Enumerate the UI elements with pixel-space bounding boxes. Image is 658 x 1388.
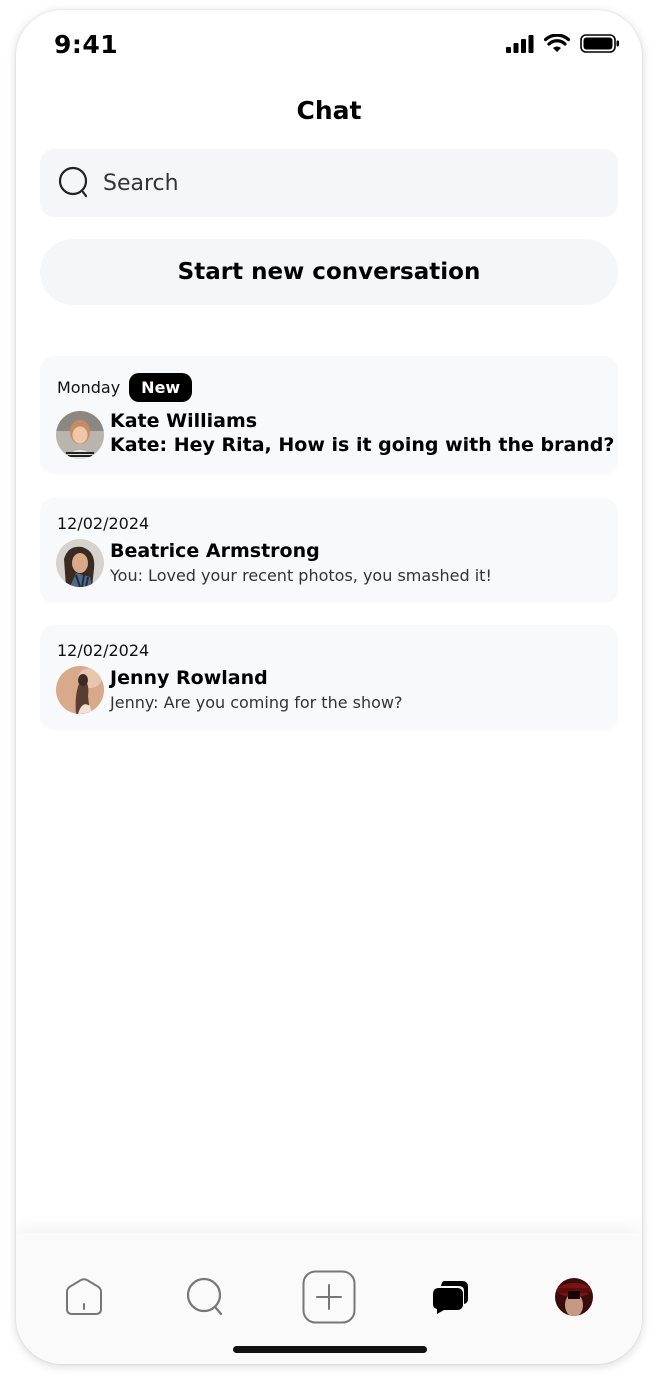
- tab-create[interactable]: [301, 1269, 357, 1325]
- conversation-item[interactable]: 12/02/2024 Beatrice Armstrong You: Loved…: [40, 498, 618, 603]
- home-indicator: [233, 1346, 427, 1353]
- start-new-conversation-button[interactable]: Start new conversation: [40, 239, 618, 305]
- conversation-meta: 12/02/2024: [57, 641, 149, 660]
- contact-name: Jenny Rowland: [110, 667, 268, 689]
- message-preview: Kate: Hey Rita, How is it going with the…: [110, 434, 615, 456]
- conversation-item[interactable]: Monday New Kate Williams Kate: Hey Rita,…: [40, 356, 618, 474]
- conversation-item[interactable]: 12/02/2024 Jenny Rowland Jenny: Are you …: [40, 625, 618, 730]
- wifi-icon: [544, 34, 570, 52]
- cellular-signal-icon: [506, 34, 534, 53]
- avatar: [56, 411, 104, 459]
- profile-avatar: [555, 1278, 593, 1316]
- conversation-date: 12/02/2024: [57, 641, 150, 660]
- tab-search[interactable]: [178, 1269, 234, 1325]
- tab-home[interactable]: [56, 1269, 112, 1325]
- avatar: [56, 539, 104, 587]
- conversation-meta: 12/02/2024: [57, 514, 149, 533]
- search-input[interactable]: [103, 170, 583, 196]
- search-icon: [57, 165, 93, 201]
- status-icons: [506, 34, 620, 53]
- message-preview: Jenny: Are you coming for the show?: [110, 693, 403, 712]
- search-bar[interactable]: [40, 149, 618, 217]
- new-badge: New: [129, 373, 193, 402]
- conversation-date: 12/02/2024: [57, 514, 150, 533]
- status-time: 9:41: [54, 30, 119, 59]
- add-icon: [302, 1270, 356, 1324]
- contact-name: Kate Williams: [110, 410, 258, 432]
- phone-screen: 9:41 Chat Start new conve: [16, 10, 642, 1364]
- tab-bar: [16, 1233, 642, 1364]
- contact-name: Beatrice Armstrong: [110, 540, 320, 562]
- search-icon: [186, 1277, 223, 1316]
- conversation-date: Monday: [57, 378, 121, 397]
- home-icon: [66, 1278, 102, 1315]
- avatar: [56, 666, 104, 714]
- conversation-meta: Monday New: [57, 373, 193, 402]
- page-title: Chat: [296, 96, 362, 125]
- tab-profile[interactable]: [546, 1269, 602, 1325]
- message-preview: You: Loved your recent photos, you smash…: [110, 566, 492, 585]
- tab-chat[interactable]: [423, 1269, 479, 1325]
- chat-bubbles-icon: [433, 1281, 468, 1314]
- battery-icon: [580, 34, 619, 53]
